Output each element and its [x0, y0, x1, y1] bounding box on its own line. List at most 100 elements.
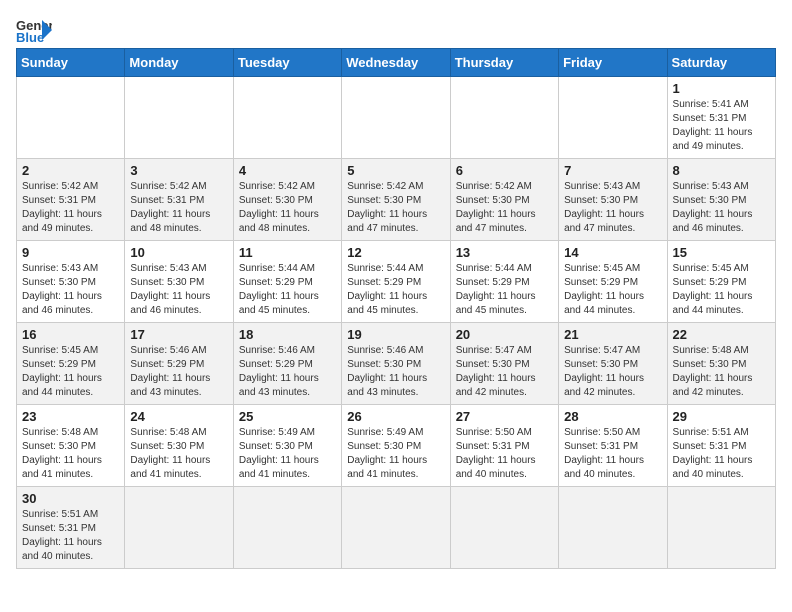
- day-info: Sunrise: 5:48 AM Sunset: 5:30 PM Dayligh…: [22, 426, 119, 482]
- day-number: 25: [239, 409, 336, 424]
- calendar-cell: 27 Sunrise: 5:50 AM Sunset: 5:31 PM Dayli…: [450, 405, 558, 487]
- day-number: 20: [456, 327, 553, 342]
- calendar-cell: 13 Sunrise: 5:44 AM Sunset: 5:29 PM Dayli…: [450, 241, 558, 323]
- calendar-table: SundayMondayTuesdayWednesdayThursdayFrid…: [16, 48, 776, 569]
- day-number: 28: [564, 409, 661, 424]
- calendar-cell: 6 Sunrise: 5:42 AM Sunset: 5:30 PM Daylig…: [450, 159, 558, 241]
- calendar-cell: [559, 77, 667, 159]
- day-number: 30: [22, 491, 119, 506]
- day-number: 2: [22, 163, 119, 178]
- day-info: Sunrise: 5:44 AM Sunset: 5:29 PM Dayligh…: [456, 262, 553, 318]
- calendar-cell: 21 Sunrise: 5:47 AM Sunset: 5:30 PM Dayli…: [559, 323, 667, 405]
- calendar-cell: [125, 77, 233, 159]
- calendar-cell: [17, 77, 125, 159]
- calendar-header: SundayMondayTuesdayWednesdayThursdayFrid…: [17, 49, 776, 77]
- calendar-week-row: 9Sunrise: 5:43 AM Sunset: 5:30 PM Daylig…: [17, 241, 776, 323]
- calendar-cell: [233, 487, 341, 569]
- day-number: 13: [456, 245, 553, 260]
- day-number: 23: [22, 409, 119, 424]
- calendar-cell: 20 Sunrise: 5:47 AM Sunset: 5:30 PM Dayli…: [450, 323, 558, 405]
- calendar-cell: 4Sunrise: 5:42 AM Sunset: 5:30 PM Daylig…: [233, 159, 341, 241]
- calendar-cell: 11Sunrise: 5:44 AM Sunset: 5:29 PM Dayli…: [233, 241, 341, 323]
- day-number: 10: [130, 245, 227, 260]
- calendar-cell: 7Sunrise: 5:43 AM Sunset: 5:30 PM Daylig…: [559, 159, 667, 241]
- calendar-cell: [450, 487, 558, 569]
- calendar-cell: 5Sunrise: 5:42 AM Sunset: 5:30 PM Daylig…: [342, 159, 450, 241]
- calendar-cell: 22Sunrise: 5:48 AM Sunset: 5:30 PM Dayli…: [667, 323, 775, 405]
- calendar-cell: 18 Sunrise: 5:46 AM Sunset: 5:29 PM Dayli…: [233, 323, 341, 405]
- day-info: Sunrise: 5:50 AM Sunset: 5:31 PM Dayligh…: [456, 426, 553, 482]
- day-number: 15: [673, 245, 770, 260]
- day-info: Sunrise: 5:49 AM Sunset: 5:30 PM Dayligh…: [239, 426, 336, 482]
- day-info: Sunrise: 5:51 AM Sunset: 5:31 PM Dayligh…: [673, 426, 770, 482]
- day-number: 5: [347, 163, 444, 178]
- day-info: Sunrise: 5:45 AM Sunset: 5:29 PM Dayligh…: [673, 262, 770, 318]
- day-info: Sunrise: 5:51 AM Sunset: 5:31 PM Dayligh…: [22, 508, 119, 564]
- calendar-cell: 3 Sunrise: 5:42 AM Sunset: 5:31 PM Daylig…: [125, 159, 233, 241]
- day-number: 8: [673, 163, 770, 178]
- day-info: Sunrise: 5:41 AM Sunset: 5:31 PM Dayligh…: [673, 98, 770, 154]
- day-info: Sunrise: 5:43 AM Sunset: 5:30 PM Dayligh…: [673, 180, 770, 236]
- day-number: 3: [130, 163, 227, 178]
- day-info: Sunrise: 5:42 AM Sunset: 5:31 PM Dayligh…: [130, 180, 227, 236]
- calendar-cell: [125, 487, 233, 569]
- weekday-header-wednesday: Wednesday: [342, 49, 450, 77]
- calendar-cell: 28 Sunrise: 5:50 AM Sunset: 5:31 PM Dayli…: [559, 405, 667, 487]
- day-info: Sunrise: 5:49 AM Sunset: 5:30 PM Dayligh…: [347, 426, 444, 482]
- weekday-header-friday: Friday: [559, 49, 667, 77]
- weekday-header-saturday: Saturday: [667, 49, 775, 77]
- calendar-cell: 24 Sunrise: 5:48 AM Sunset: 5:30 PM Dayli…: [125, 405, 233, 487]
- day-number: 11: [239, 245, 336, 260]
- calendar-cell: 26Sunrise: 5:49 AM Sunset: 5:30 PM Dayli…: [342, 405, 450, 487]
- calendar-cell: 29 Sunrise: 5:51 AM Sunset: 5:31 PM Dayli…: [667, 405, 775, 487]
- calendar-week-row: 2 Sunrise: 5:42 AM Sunset: 5:31 PM Daylig…: [17, 159, 776, 241]
- calendar-cell: 17Sunrise: 5:46 AM Sunset: 5:29 PM Dayli…: [125, 323, 233, 405]
- calendar-cell: 15 Sunrise: 5:45 AM Sunset: 5:29 PM Dayli…: [667, 241, 775, 323]
- day-number: 9: [22, 245, 119, 260]
- day-number: 29: [673, 409, 770, 424]
- day-info: Sunrise: 5:42 AM Sunset: 5:31 PM Dayligh…: [22, 180, 119, 236]
- calendar-cell: 1 Sunrise: 5:41 AM Sunset: 5:31 PM Daylig…: [667, 77, 775, 159]
- day-number: 1: [673, 81, 770, 96]
- calendar-week-row: 1 Sunrise: 5:41 AM Sunset: 5:31 PM Daylig…: [17, 77, 776, 159]
- day-info: Sunrise: 5:43 AM Sunset: 5:30 PM Dayligh…: [564, 180, 661, 236]
- calendar-cell: [233, 77, 341, 159]
- day-number: 24: [130, 409, 227, 424]
- day-number: 12: [347, 245, 444, 260]
- day-info: Sunrise: 5:50 AM Sunset: 5:31 PM Dayligh…: [564, 426, 661, 482]
- day-number: 21: [564, 327, 661, 342]
- calendar-cell: 10Sunrise: 5:43 AM Sunset: 5:30 PM Dayli…: [125, 241, 233, 323]
- logo-icon: General Blue: [16, 16, 52, 44]
- day-info: Sunrise: 5:46 AM Sunset: 5:29 PM Dayligh…: [239, 344, 336, 400]
- day-info: Sunrise: 5:42 AM Sunset: 5:30 PM Dayligh…: [456, 180, 553, 236]
- day-info: Sunrise: 5:44 AM Sunset: 5:29 PM Dayligh…: [347, 262, 444, 318]
- calendar-cell: [342, 487, 450, 569]
- calendar-cell: 12 Sunrise: 5:44 AM Sunset: 5:29 PM Dayli…: [342, 241, 450, 323]
- calendar-week-row: 23 Sunrise: 5:48 AM Sunset: 5:30 PM Dayli…: [17, 405, 776, 487]
- day-number: 17: [130, 327, 227, 342]
- calendar-cell: 23 Sunrise: 5:48 AM Sunset: 5:30 PM Dayli…: [17, 405, 125, 487]
- day-number: 18: [239, 327, 336, 342]
- day-info: Sunrise: 5:48 AM Sunset: 5:30 PM Dayligh…: [130, 426, 227, 482]
- day-info: Sunrise: 5:47 AM Sunset: 5:30 PM Dayligh…: [564, 344, 661, 400]
- calendar-cell: 9Sunrise: 5:43 AM Sunset: 5:30 PM Daylig…: [17, 241, 125, 323]
- calendar-cell: 25 Sunrise: 5:49 AM Sunset: 5:30 PM Dayli…: [233, 405, 341, 487]
- day-info: Sunrise: 5:45 AM Sunset: 5:29 PM Dayligh…: [564, 262, 661, 318]
- weekday-header-monday: Monday: [125, 49, 233, 77]
- calendar-cell: [450, 77, 558, 159]
- day-info: Sunrise: 5:46 AM Sunset: 5:30 PM Dayligh…: [347, 344, 444, 400]
- calendar-cell: [667, 487, 775, 569]
- calendar-week-row: 30 Sunrise: 5:51 AM Sunset: 5:31 PM Dayli…: [17, 487, 776, 569]
- day-number: 6: [456, 163, 553, 178]
- weekday-header-thursday: Thursday: [450, 49, 558, 77]
- calendar-week-row: 16 Sunrise: 5:45 AM Sunset: 5:29 PM Dayli…: [17, 323, 776, 405]
- day-number: 27: [456, 409, 553, 424]
- logo: General Blue: [16, 16, 52, 44]
- day-info: Sunrise: 5:42 AM Sunset: 5:30 PM Dayligh…: [239, 180, 336, 236]
- calendar-cell: 14Sunrise: 5:45 AM Sunset: 5:29 PM Dayli…: [559, 241, 667, 323]
- day-number: 16: [22, 327, 119, 342]
- calendar-cell: 19Sunrise: 5:46 AM Sunset: 5:30 PM Dayli…: [342, 323, 450, 405]
- day-info: Sunrise: 5:47 AM Sunset: 5:30 PM Dayligh…: [456, 344, 553, 400]
- day-info: Sunrise: 5:45 AM Sunset: 5:29 PM Dayligh…: [22, 344, 119, 400]
- page-header: General Blue: [16, 16, 776, 44]
